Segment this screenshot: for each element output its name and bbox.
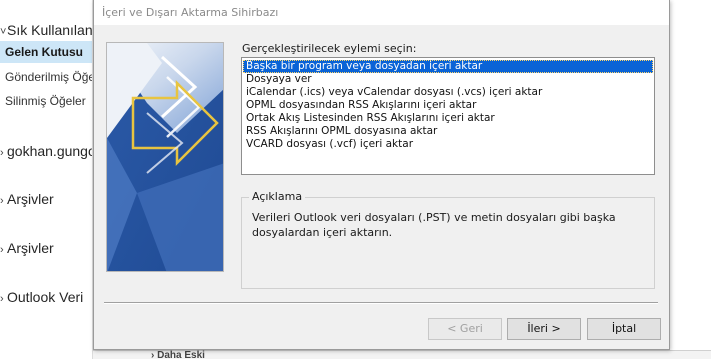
list-item-import-rss-from-common-feed[interactable]: Ortak Akış Listesinden RSS Akışlarını iç… <box>243 112 653 125</box>
sidebar-group-label: Sık Kullanılan <box>7 22 93 38</box>
import-export-wizard-dialog: İçeri ve Dışarı Aktarma Sihirbazı Gerçek… <box>93 0 670 350</box>
action-listbox[interactable]: Başka bir program veya dosyadan içeri ak… <box>241 57 655 175</box>
action-prompt-label: Gerçekleştirilecek eylemi seçin: <box>242 42 417 55</box>
sidebar-item-label: Silinmiş Öğeler <box>5 94 86 108</box>
group-header-label: › Daha Eski <box>151 350 205 359</box>
sidebar-group-label: Arşivler <box>7 191 54 207</box>
description-title: Açıklama <box>249 190 306 203</box>
sidebar-item-label: Gönderilmiş Öğeler <box>5 70 93 84</box>
sidebar-group-label: Outlook Veri <box>7 289 84 305</box>
dialog-titlebar[interactable]: İçeri ve Dışarı Aktarma Sihirbazı <box>94 0 669 25</box>
sidebar-group-account[interactable]: › gokhan.gungor <box>0 141 93 161</box>
back-button[interactable]: < Geri <box>428 318 502 340</box>
dialog-title: İçeri ve Dışarı Aktarma Sihirbazı <box>102 6 279 19</box>
sidebar-group-outlook-data[interactable]: › Outlook Veri <box>0 287 83 307</box>
list-item-import-from-program[interactable]: Başka bir program veya dosyadan içeri ak… <box>243 60 653 73</box>
sidebar-group-label: gokhan.gungor <box>7 143 93 159</box>
description-text: Verileri Outlook veri dosyaları (.PST) v… <box>252 211 616 239</box>
wizard-graphic <box>106 42 224 272</box>
chevron-right-icon: › <box>0 147 4 159</box>
sidebar-group-archive-2[interactable]: › Arşivler <box>0 238 54 258</box>
chevron-right-icon: › <box>0 293 4 305</box>
list-item-export-to-file[interactable]: Dosyaya ver <box>243 73 653 86</box>
list-item-import-icalendar[interactable]: iCalendar (.ics) veya vCalendar dosyası … <box>243 86 653 99</box>
sidebar-item-label: Gelen Kutusu <box>5 45 84 59</box>
sidebar-group-favorites[interactable]: ˅Sık Kullanılan <box>0 20 93 40</box>
divider <box>104 302 658 304</box>
sidebar-group-label: Arşivler <box>7 240 54 256</box>
list-item-import-rss-from-opml[interactable]: OPML dosyasından RSS Akışlarını içeri ak… <box>243 99 653 112</box>
next-button[interactable]: İleri > <box>507 318 581 340</box>
chevron-right-icon: › <box>0 195 4 207</box>
sidebar-item-deleted[interactable]: Silinmiş Öğeler <box>0 90 86 112</box>
folder-pane: ˅Sık Kullanılan Gelen Kutusu Gönderilmiş… <box>0 0 93 359</box>
sidebar-item-sent[interactable]: Gönderilmiş Öğeler <box>0 66 93 88</box>
sidebar-group-archive-1[interactable]: › Arşivler <box>0 189 54 209</box>
cancel-button[interactable]: İptal <box>587 318 661 340</box>
chevron-right-icon: › <box>0 244 4 256</box>
message-list-background <box>670 0 711 350</box>
chevron-down-icon: ˅ <box>0 26 7 38</box>
description-groupbox: Açıklama Verileri Outlook veri dosyaları… <box>241 190 655 289</box>
list-item-import-vcard[interactable]: VCARD dosyası (.vcf) içeri aktar <box>243 138 653 151</box>
sidebar-item-inbox[interactable]: Gelen Kutusu <box>0 41 92 63</box>
group-header-text: Daha Eski <box>157 350 205 359</box>
message-list-group-header[interactable]: › Daha Eski <box>93 350 711 359</box>
wizard-arrows-illustration <box>107 43 223 271</box>
list-item-export-rss-to-opml[interactable]: RSS Akışlarını OPML dosyasına aktar <box>243 125 653 138</box>
